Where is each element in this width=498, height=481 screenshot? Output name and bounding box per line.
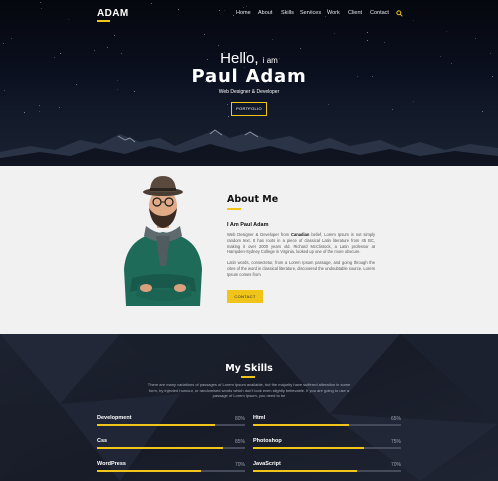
profile-photo — [124, 176, 202, 306]
star-dot — [384, 42, 385, 43]
skill-progress-track — [97, 424, 245, 426]
skill-progress-fill — [97, 470, 201, 472]
polygon-background — [0, 334, 498, 481]
skill-progress-track — [253, 470, 401, 472]
skill-name: Html — [253, 415, 266, 421]
skill-percent: 65% — [390, 416, 401, 422]
hero-name: Paul Adam — [191, 66, 307, 87]
skill-percent: 75% — [390, 439, 401, 445]
skill-item: Html 65% — [253, 415, 401, 433]
skill-item: Css 85% — [97, 438, 245, 456]
star-dot — [367, 32, 368, 33]
star-dot — [3, 43, 4, 44]
hero-section: ADAM Home About Skills Services Work Cli… — [0, 0, 498, 166]
star-dot — [367, 40, 368, 41]
skill-progress-track — [253, 424, 401, 426]
nav-item-contact[interactable]: Contact — [370, 10, 389, 16]
star-dot — [334, 33, 335, 34]
star-dot — [59, 107, 60, 108]
skill-name: WordPress — [97, 461, 126, 467]
skill-item: Photoshop 75% — [253, 438, 401, 456]
skill-progress-fill — [253, 470, 357, 472]
contact-button[interactable]: CONTACT — [227, 290, 263, 303]
nav-item-work[interactable]: Work — [327, 10, 340, 16]
skill-progress-fill — [97, 424, 216, 426]
hero-greeting: Hello, i am — [220, 50, 278, 67]
star-dot — [218, 45, 219, 46]
skill-name: JavaScript — [253, 461, 281, 467]
skills-section: My Skills There are many variations of p… — [0, 334, 498, 481]
hero-role: Web Designer & Developer — [218, 89, 280, 95]
mountain-silhouette — [0, 129, 498, 166]
star-dot — [392, 109, 393, 110]
top-navigation: ADAM Home About Skills Services Work Cli… — [0, 0, 498, 30]
site-logo[interactable]: ADAM — [97, 8, 129, 19]
about-title: About Me — [227, 194, 279, 205]
nav-item-client[interactable]: Client — [348, 10, 362, 16]
skills-description: There are many variations of passages of… — [147, 382, 351, 399]
about-paragraph-1: Web Designer & Developer from Canadian b… — [227, 232, 375, 255]
nav-item-skills[interactable]: Skills — [281, 10, 294, 16]
skill-progress-fill — [253, 424, 350, 426]
star-dot — [482, 111, 483, 112]
skill-percent: 70% — [390, 462, 401, 468]
skill-progress-track — [97, 470, 245, 472]
star-dot — [475, 38, 476, 39]
skill-percent: 80% — [234, 416, 245, 422]
star-dot — [107, 47, 108, 48]
star-dot — [228, 116, 229, 117]
logo-underline — [97, 20, 110, 22]
portfolio-button[interactable]: PORTFOLIO — [231, 102, 267, 116]
skill-percent: 85% — [234, 439, 245, 445]
skill-progress-track — [253, 447, 401, 449]
star-dot — [300, 48, 301, 49]
star-dot — [39, 111, 40, 112]
star-dot — [272, 39, 273, 40]
star-dot — [114, 35, 115, 36]
skill-name: Photoshop — [253, 438, 282, 444]
skills-title-underline — [241, 376, 255, 378]
nav-item-home[interactable]: Home — [236, 10, 251, 16]
star-dot — [227, 104, 228, 105]
star-dot — [328, 104, 329, 105]
star-dot — [39, 105, 40, 106]
skill-item: Development 80% — [97, 415, 245, 433]
nav-item-services[interactable]: Services — [300, 10, 321, 16]
star-dot — [24, 112, 25, 113]
skill-item: WordPress 70% — [97, 461, 245, 479]
star-dot — [446, 31, 447, 32]
skill-progress-fill — [253, 447, 364, 449]
skills-title: My Skills — [225, 363, 273, 374]
nav-item-about[interactable]: About — [258, 10, 272, 16]
star-dot — [11, 38, 12, 39]
skill-name: Development — [97, 415, 132, 421]
about-title-underline — [227, 208, 241, 210]
about-subtitle: I Am Paul Adam — [227, 222, 269, 228]
star-dot — [413, 101, 414, 102]
skill-item: JavaScript 70% — [253, 461, 401, 479]
search-icon[interactable] — [396, 10, 403, 17]
about-section: About Me I Am Paul Adam Web Designer & D… — [0, 166, 498, 334]
skill-progress-fill — [97, 447, 223, 449]
skill-percent: 70% — [234, 462, 245, 468]
skill-progress-track — [97, 447, 245, 449]
star-dot — [204, 34, 205, 35]
about-paragraph-2: Latin words, consectetur, from a Lorem I… — [227, 260, 375, 277]
skill-name: Css — [97, 438, 108, 444]
